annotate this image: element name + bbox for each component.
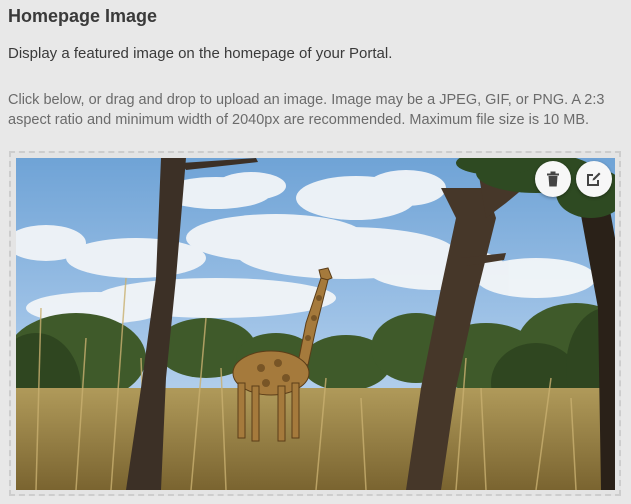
section-description: Display a featured image on the homepage… [8,45,393,62]
delete-image-button[interactable] [535,161,571,197]
giraffe-photo [16,158,615,490]
edit-image-button[interactable] [576,161,612,197]
homepage-image-panel: Homepage Image Display a featured image … [0,0,631,504]
featured-image[interactable] [16,158,615,490]
trash-icon [547,171,559,187]
upload-instructions: Click below, or drag and drop to upload … [8,92,605,128]
section-title: Homepage Image [8,6,158,26]
edit-icon [587,172,601,186]
